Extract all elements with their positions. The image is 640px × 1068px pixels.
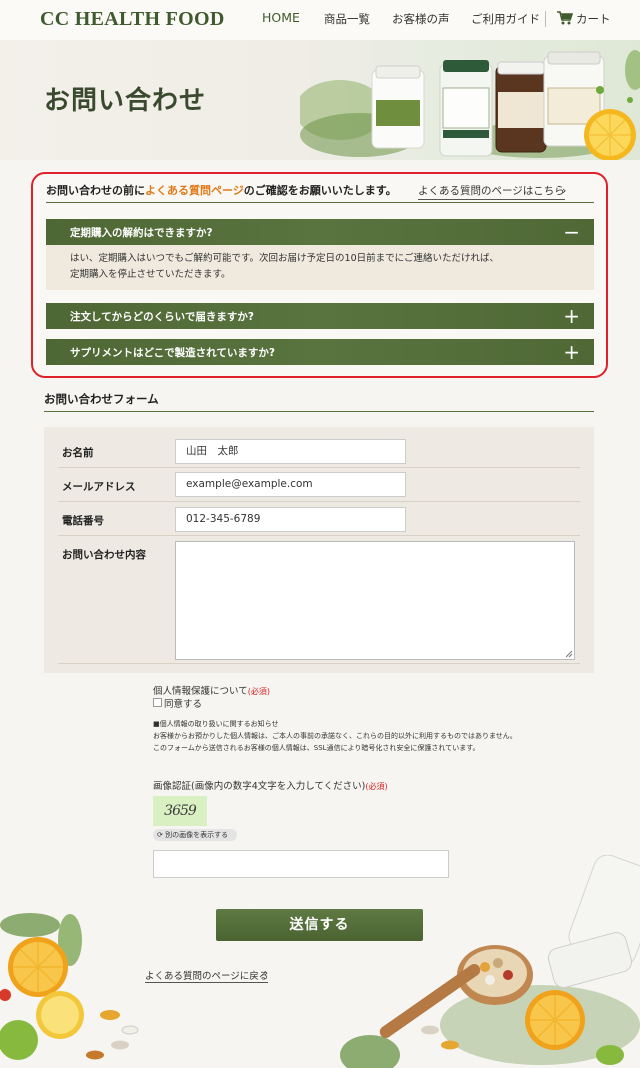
page-title: お問い合わせ [44, 86, 207, 116]
nav-divider [545, 11, 546, 27]
collapse-minus-icon[interactable]: − [563, 219, 580, 245]
faq-item-manufacturing[interactable]: サプリメントはどこで製造されていますか? + [46, 339, 594, 365]
message-label: お問い合わせ内容 [62, 549, 146, 561]
faq-page-link[interactable]: よくある質問のページはこちら [418, 183, 565, 200]
decorative-fruit-image [0, 913, 139, 1060]
row-divider [58, 535, 580, 536]
agree-checkbox[interactable] [153, 698, 162, 707]
message-textarea[interactable] [175, 541, 575, 660]
name-label: お名前 [62, 447, 94, 459]
captcha-title: 画像認証(画像内の数字4文字を入力してください)(必須) [153, 781, 388, 792]
nav-voices[interactable]: お客様の声 [392, 11, 450, 27]
faq-question: 定期購入の解約はできますか? [70, 227, 213, 239]
faq-question: サプリメントはどこで製造されていますか? [70, 347, 275, 359]
nav-products[interactable]: 商品一覧 [324, 11, 370, 27]
faq-answer: はい、定期購入はいつでもご解約可能です。次回お届け予定日の10日前までにご連絡い… [46, 245, 594, 290]
hero-banner: お問い合わせ [0, 40, 640, 160]
email-label: メールアドレス [62, 481, 136, 493]
faq-item-cancel-subscription[interactable]: 定期購入の解約はできますか? − [46, 219, 594, 245]
privacy-notice-text: このフォームから送信されるお客様の個人情報は、SSL通信により暗号化され安全に保… [153, 744, 480, 752]
row-divider [58, 501, 580, 502]
faq-section: お問い合わせの前によくある質問ページのご確認をお願いいたします。 よくある質問の… [31, 172, 608, 378]
cart-icon[interactable] [557, 11, 573, 25]
hero-supplements-image [300, 50, 640, 160]
form-title: お問い合わせフォーム [44, 392, 159, 406]
back-to-faq-link[interactable]: よくある質問のページに戻る [145, 968, 269, 983]
captcha-refresh-button[interactable]: ⟳ 別の画像を表示する [153, 829, 237, 841]
decorative-supplements-image [340, 855, 640, 1068]
name-input[interactable]: 山田 太郎 [175, 439, 406, 464]
chevron-right-icon: › [264, 968, 268, 979]
nav-cart[interactable]: カート [576, 11, 611, 27]
faq-item-delivery-time[interactable]: 注文してからどのくらいで届きますか? + [46, 303, 594, 329]
expand-plus-icon[interactable]: + [563, 303, 580, 329]
nav-home[interactable]: HOME [262, 10, 300, 25]
nav-guide[interactable]: ご利用ガイド [471, 11, 540, 27]
main-nav: HOME 商品一覧 お客様の声 ご利用ガイド カート [0, 10, 640, 27]
form-divider [44, 411, 594, 412]
phone-input[interactable]: 012-345-6789 [175, 507, 406, 532]
refresh-icon: ⟳ [157, 831, 166, 839]
faq-intro-highlight: よくある質問ページ [145, 184, 244, 197]
site-header: CC HEALTH FOOD HOME 商品一覧 お客様の声 ご利用ガイド カー… [0, 0, 640, 40]
agree-label[interactable]: 同意する [164, 696, 202, 710]
email-input[interactable]: example@example.com [175, 472, 406, 497]
privacy-notice-text: お客様からお預かりした個人情報は、ご本人の事前の承諾なく、これらの目的以外に利用… [153, 732, 517, 740]
required-badge: (必須) [365, 782, 388, 791]
privacy-notice-heading: ■個人情報の取り扱いに関するお知らせ [153, 720, 279, 728]
chevron-right-icon: › [562, 184, 567, 197]
faq-question: 注文してからどのくらいで届きますか? [70, 311, 254, 323]
faq-divider [46, 202, 594, 203]
resize-grip-icon[interactable] [565, 650, 573, 658]
captcha-image: 3659 [153, 796, 207, 826]
contact-form: お名前 山田 太郎 メールアドレス example@example.com 電話… [44, 427, 594, 673]
faq-intro-text: お問い合わせの前によくある質問ページのご確認をお願いいたします。 [46, 184, 397, 197]
phone-label: 電話番号 [62, 515, 104, 527]
required-badge: (必須) [247, 687, 270, 696]
expand-plus-icon[interactable]: + [563, 339, 580, 365]
row-divider [58, 663, 580, 664]
privacy-title: 個人情報保護について(必須) [153, 686, 270, 697]
row-divider [58, 467, 580, 468]
